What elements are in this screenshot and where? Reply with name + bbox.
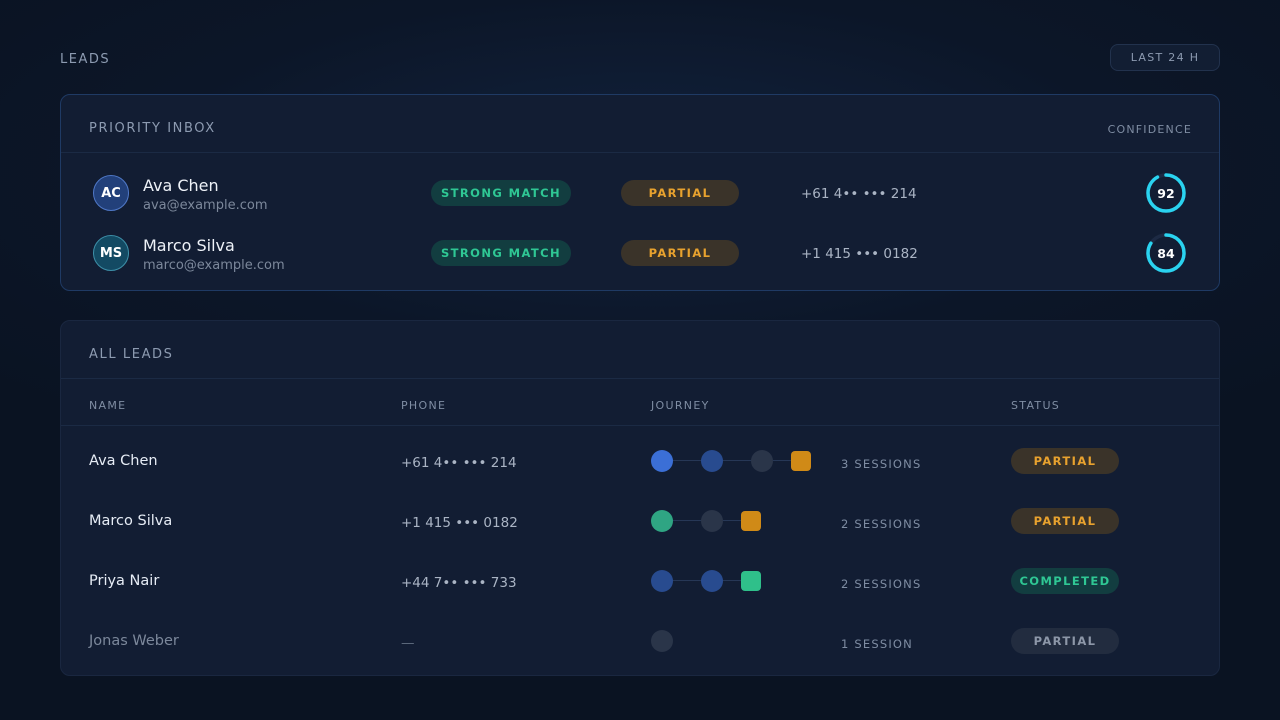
- confidence-score: 92: [1157, 185, 1175, 201]
- top-bar: LEADS LAST 24 H: [60, 44, 1220, 72]
- lead-phone: +1 415 ••• 0182: [801, 246, 918, 262]
- column-header-phone[interactable]: PHONE: [401, 399, 446, 412]
- lead-name[interactable]: Ava Chen: [89, 453, 158, 469]
- lead-name[interactable]: Marco Silva: [89, 513, 172, 529]
- status-badge: PARTIAL: [1011, 448, 1119, 474]
- avatar: MS: [93, 235, 129, 271]
- column-header-name[interactable]: NAME: [89, 399, 126, 412]
- journey-session-dot[interactable]: [651, 570, 673, 592]
- journey-session-dot[interactable]: [701, 510, 723, 532]
- journey-session-dot[interactable]: [701, 570, 723, 592]
- status-badge: PARTIAL: [621, 180, 739, 206]
- lead-name[interactable]: Ava Chen: [143, 176, 219, 195]
- journey-track: [651, 569, 831, 593]
- confidence-label: CONFIDENCE: [1107, 123, 1192, 136]
- journey-session-dot[interactable]: [701, 450, 723, 472]
- journey-session-dot[interactable]: [651, 450, 673, 472]
- lead-phone: +1 415 ••• 0182: [401, 515, 518, 531]
- lead-name[interactable]: Jonas Weber: [89, 633, 179, 649]
- lead-email: ava@example.com: [143, 198, 268, 213]
- confidence-score: 84: [1157, 245, 1175, 261]
- all-leads-card: ALL LEADS NAME PHONE JOURNEY STATUS Ava …: [60, 320, 1220, 676]
- table-row[interactable]: Ava Chen +61 4•• ••• 214 3 SESSIONS PART…: [61, 431, 1219, 491]
- journey-session-dot[interactable]: [751, 450, 773, 472]
- table-row[interactable]: Marco Silva +1 415 ••• 0182 2 SESSIONS P…: [61, 491, 1219, 551]
- lead-phone: +61 4•• ••• 214: [801, 186, 917, 202]
- status-badge: PARTIAL: [1011, 508, 1119, 534]
- all-leads-header: ALL LEADS: [61, 321, 1219, 379]
- status-badge: PARTIAL: [1011, 628, 1119, 654]
- journey-conversion-step[interactable]: [791, 451, 811, 471]
- page-title: LEADS: [60, 52, 111, 67]
- session-count: 2 SESSIONS: [841, 577, 922, 591]
- priority-inbox-header: PRIORITY INBOX CONFIDENCE: [61, 95, 1219, 153]
- session-count: 3 SESSIONS: [841, 457, 922, 471]
- session-count: 2 SESSIONS: [841, 517, 922, 531]
- lead-email: marco@example.com: [143, 258, 285, 273]
- lead-name[interactable]: Marco Silva: [143, 236, 235, 255]
- journey-track: [651, 449, 831, 473]
- journey-session-dot[interactable]: [651, 630, 673, 652]
- journey-track: [651, 509, 831, 533]
- journey-connector: [663, 460, 803, 461]
- column-header-journey[interactable]: JOURNEY: [651, 399, 710, 412]
- lead-phone: +61 4•• ••• 214: [401, 455, 517, 471]
- priority-inbox-title: PRIORITY INBOX: [89, 121, 216, 136]
- priority-row[interactable]: AC Ava Chen ava@example.com STRONG MATCH…: [61, 163, 1219, 223]
- match-badge: STRONG MATCH: [431, 180, 571, 206]
- status-badge: COMPLETED: [1011, 568, 1119, 594]
- journey-track: [651, 629, 831, 653]
- table-row[interactable]: Priya Nair +44 7•• ••• 733 2 SESSIONS CO…: [61, 551, 1219, 611]
- match-badge: STRONG MATCH: [431, 240, 571, 266]
- journey-conversion-step[interactable]: [741, 511, 761, 531]
- lead-name[interactable]: Priya Nair: [89, 573, 159, 589]
- status-badge: PARTIAL: [621, 240, 739, 266]
- avatar: AC: [93, 175, 129, 211]
- journey-conversion-step[interactable]: [741, 571, 761, 591]
- session-count: 1 SESSION: [841, 637, 913, 651]
- table-row[interactable]: Jonas Weber — 1 SESSION PARTIAL: [61, 611, 1219, 671]
- priority-row[interactable]: MS Marco Silva marco@example.com STRONG …: [61, 223, 1219, 283]
- priority-inbox-card: PRIORITY INBOX CONFIDENCE AC Ava Chen av…: [60, 94, 1220, 291]
- all-leads-title: ALL LEADS: [89, 347, 174, 362]
- table-header: NAME PHONE JOURNEY STATUS: [61, 379, 1219, 426]
- lead-phone: +44 7•• ••• 733: [401, 575, 517, 591]
- column-header-status[interactable]: STATUS: [1011, 399, 1060, 412]
- lead-phone: —: [401, 635, 415, 651]
- time-range-button[interactable]: LAST 24 H: [1110, 44, 1220, 71]
- journey-session-dot[interactable]: [651, 510, 673, 532]
